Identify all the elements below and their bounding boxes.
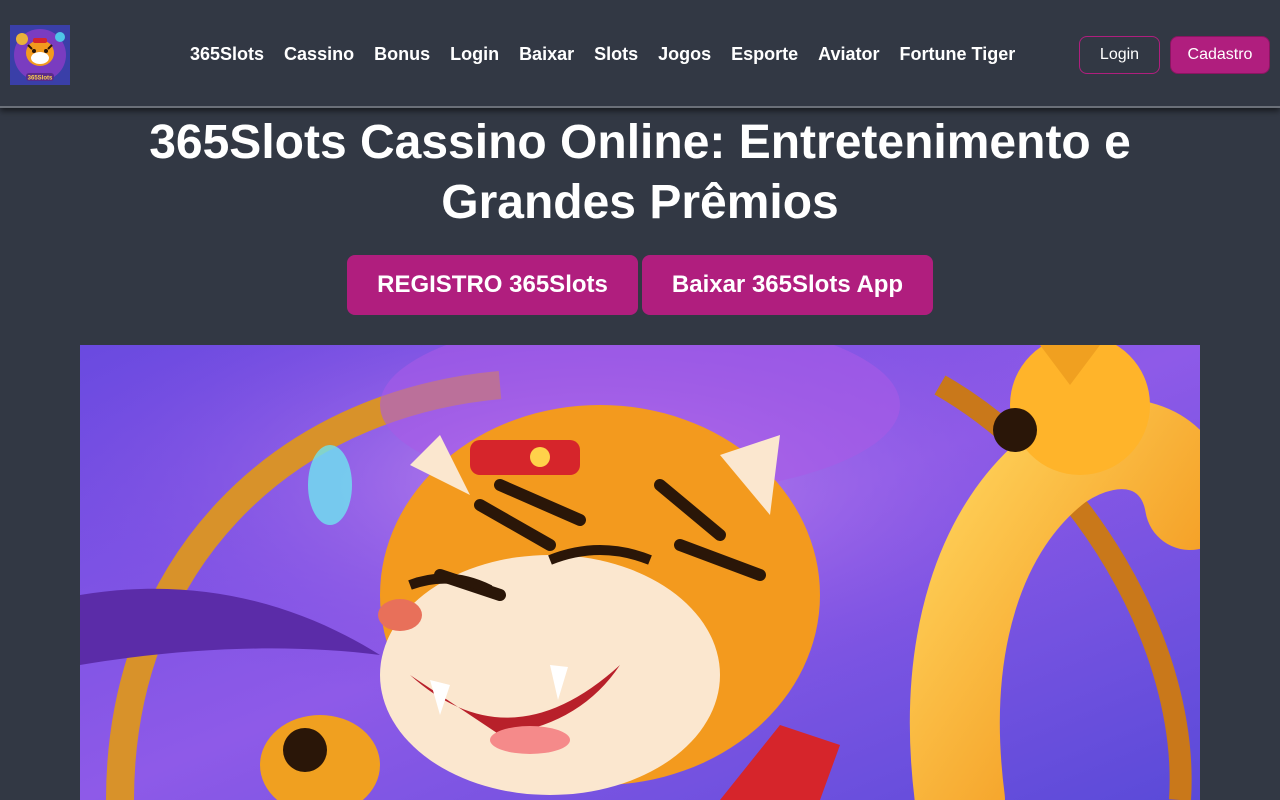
signup-button[interactable]: Cadastro	[1170, 36, 1270, 74]
hero-banner	[80, 345, 1200, 800]
tiger-illustration-icon	[80, 345, 1200, 800]
nav-item-cassino[interactable]: Cassino	[274, 41, 364, 67]
nav-item-aviator[interactable]: Aviator	[808, 41, 889, 67]
nav-item-fortune-tiger[interactable]: Fortune Tiger	[890, 41, 1026, 67]
main-nav: 365Slots Cassino Bonus Login Baixar Slot…	[180, 41, 1025, 67]
nav-item-esporte[interactable]: Esporte	[721, 41, 808, 67]
site-logo[interactable]: 365Slots	[10, 25, 70, 85]
nav-item-login[interactable]: Login	[440, 41, 509, 67]
site-header: 365Slots 365Slots Cassino Bonus Login Ba…	[0, 0, 1280, 108]
register-button[interactable]: REGISTRO 365Slots	[347, 255, 638, 315]
logo-text: 365Slots	[28, 76, 53, 82]
tiger-logo-icon: 365Slots	[10, 25, 70, 85]
nav-item-365slots[interactable]: 365Slots	[180, 41, 274, 67]
login-button[interactable]: Login	[1079, 36, 1160, 74]
nav-item-slots[interactable]: Slots	[584, 41, 648, 67]
nav-item-bonus[interactable]: Bonus	[364, 41, 440, 67]
nav-item-jogos[interactable]: Jogos	[648, 41, 721, 67]
nav-item-baixar[interactable]: Baixar	[509, 41, 584, 67]
page-title: 365Slots Cassino Online: Entretenimento …	[149, 116, 1131, 229]
download-app-button[interactable]: Baixar 365Slots App	[642, 255, 933, 315]
